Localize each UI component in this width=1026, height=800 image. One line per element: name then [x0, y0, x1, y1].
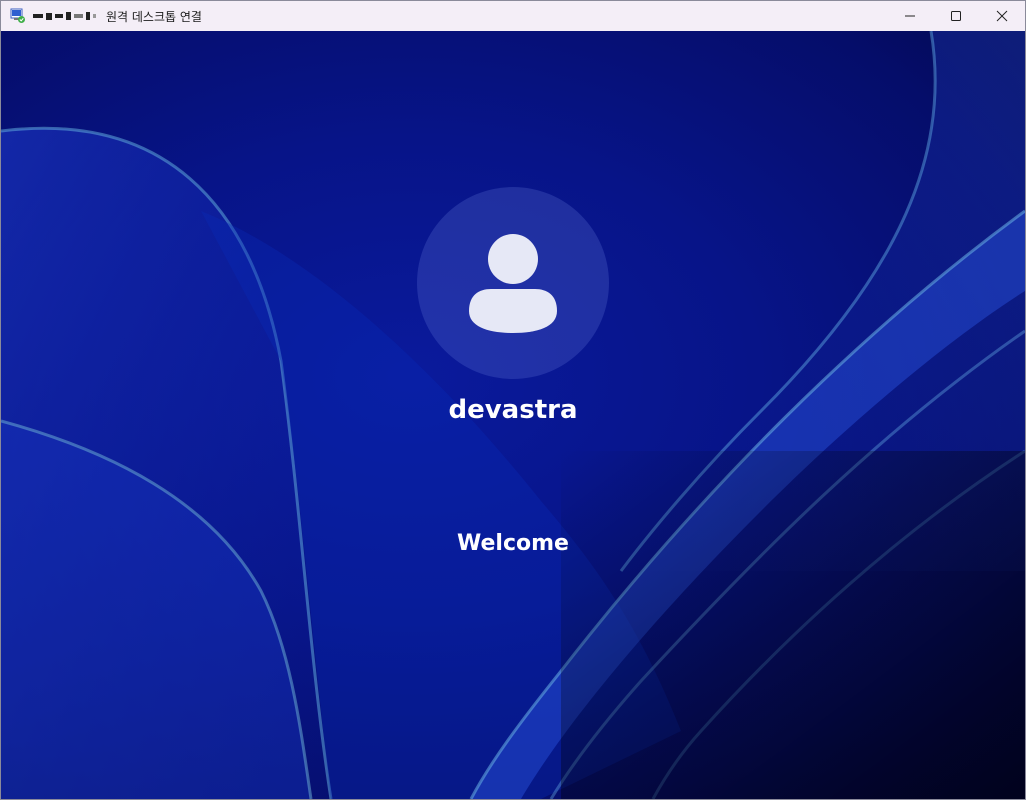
maximize-button[interactable]	[933, 1, 979, 31]
remote-desktop-app-icon	[10, 8, 26, 24]
window-title: 원격 데스크톱 연결	[106, 9, 202, 24]
remote-desktop-window: 원격 데스크톱 연결 devastra Welcome	[0, 0, 1026, 800]
minimize-icon	[905, 15, 915, 17]
user-icon	[469, 234, 557, 333]
title-bar[interactable]: 원격 데스크톱 연결	[1, 1, 1025, 31]
maximize-icon	[951, 11, 961, 21]
close-icon	[996, 10, 1008, 22]
close-button[interactable]	[979, 1, 1025, 31]
user-avatar	[417, 187, 609, 379]
hostname-redacted	[33, 10, 96, 22]
remote-session-area[interactable]: devastra Welcome	[1, 31, 1025, 799]
username-label: devastra	[448, 395, 578, 425]
minimize-button[interactable]	[887, 1, 933, 31]
welcome-status: Welcome	[457, 531, 569, 556]
window-controls	[887, 1, 1025, 31]
